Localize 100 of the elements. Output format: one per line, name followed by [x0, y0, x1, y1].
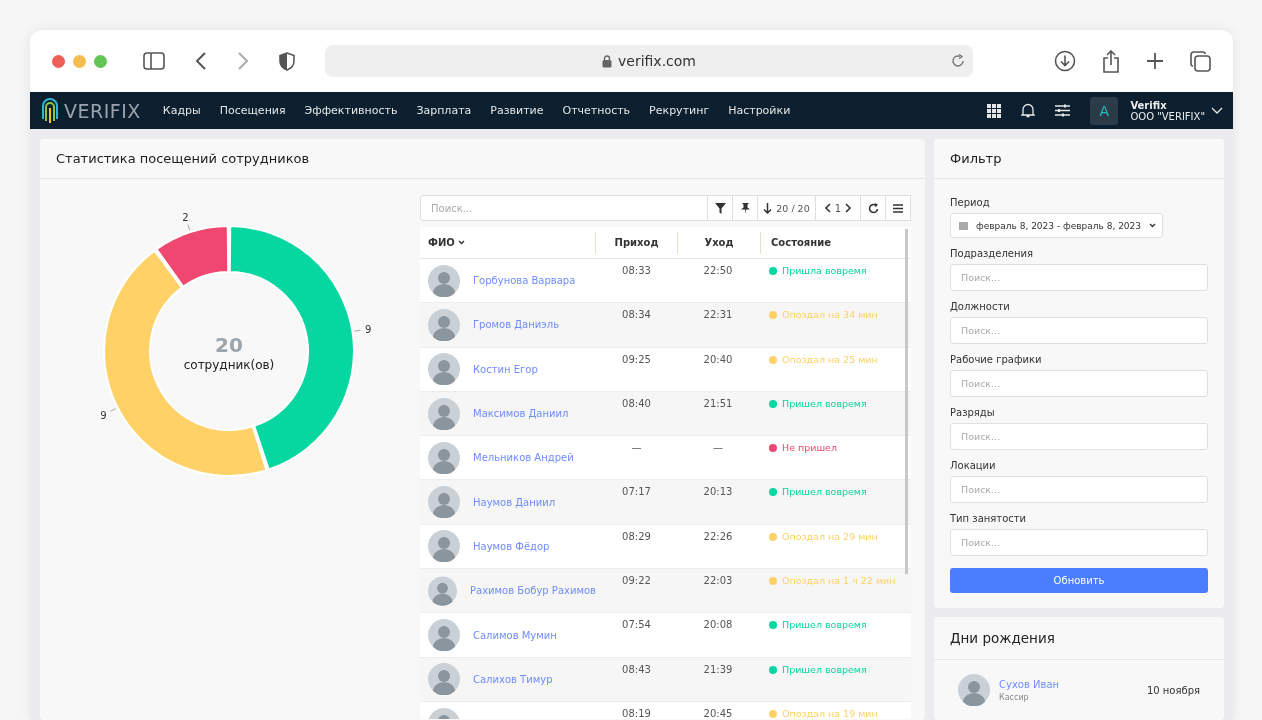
birthday-date: 10 ноября [1146, 684, 1200, 696]
user-avatar[interactable]: A [1090, 96, 1119, 125]
back-icon[interactable] [195, 52, 207, 70]
nav-link[interactable]: Настройки [728, 104, 791, 117]
prev-page-icon[interactable] [823, 203, 831, 213]
sort-count-button[interactable]: 20 / 20 [758, 195, 816, 221]
next-page-icon[interactable] [845, 203, 853, 213]
reload-icon[interactable] [951, 54, 965, 68]
calendar-icon [959, 221, 968, 230]
table-cell-text: 22:03 [702, 574, 734, 589]
column-header[interactable]: Приход [596, 231, 678, 254]
lock-icon [602, 54, 612, 68]
shield-icon[interactable] [279, 51, 295, 71]
avatar-icon [428, 264, 460, 297]
search-field[interactable]: Поиск... [950, 317, 1208, 344]
table-cell-text: 22:31 [702, 308, 734, 323]
address-bar[interactable]: verifix.com [325, 45, 973, 77]
table-cell-text: 22:50 [702, 264, 734, 278]
download-icon[interactable] [1054, 50, 1076, 72]
menu-icon [893, 203, 903, 213]
pin-icon [740, 202, 750, 214]
status-text: Пришел вовремя [782, 663, 867, 675]
avatar-icon [428, 353, 460, 386]
menu-button[interactable] [886, 195, 911, 221]
status-text: Пришел вовремя [782, 486, 867, 498]
user-name: Verifix [1130, 99, 1168, 111]
table-cell-text: 08:43 [621, 662, 652, 677]
table-cell-text: 08:29 [621, 529, 652, 544]
search-field[interactable]: Поиск... [950, 370, 1208, 397]
column-header[interactable]: Состояние [761, 231, 911, 254]
status-text: Пришел вовремя [782, 619, 867, 631]
field-label: Локации [950, 460, 997, 471]
table-cell-text: 20:45 [702, 706, 734, 719]
plus-icon[interactable] [1146, 52, 1164, 70]
avatar-icon [428, 530, 460, 563]
apps-grid-icon[interactable] [987, 103, 1002, 118]
table-cell-text: 09:22 [621, 574, 652, 589]
refresh-button[interactable] [861, 195, 886, 221]
nav-link[interactable]: Эффективность [304, 104, 398, 117]
sidebar-icon[interactable] [143, 52, 165, 70]
table-cell-text: 21:39 [702, 662, 734, 677]
search-field[interactable]: Поиск... [950, 423, 1208, 450]
nav-link[interactable]: Зарплата [416, 104, 472, 117]
chevron-down-icon[interactable] [1211, 107, 1223, 114]
table-cell-text: 20:13 [702, 485, 734, 500]
status-text: Опоздал на 25 мин [782, 353, 878, 365]
card-title: Фильтр [934, 139, 1224, 179]
chevron-down-icon [1149, 223, 1157, 228]
table-cell-text: 22:26 [702, 529, 734, 544]
url-text: verifix.com [618, 53, 696, 69]
scrollbar[interactable] [905, 229, 908, 574]
avatar-icon [428, 308, 460, 341]
status-text: Не пришел [782, 442, 838, 454]
date-range-picker[interactable]: февраль 8, 2023 - февраль 8, 2023 [950, 213, 1164, 238]
tabs-icon[interactable] [1190, 50, 1211, 72]
field-label: Рабочие графики [950, 354, 1043, 365]
filter-button[interactable] [708, 195, 733, 221]
card-title: Дни рождения [934, 617, 1224, 660]
search-field[interactable]: Поиск... [420, 195, 708, 221]
status-text: Опоздал на 1 ч 22 мин [782, 575, 896, 587]
company-name: ООО "VERIFIX" [1130, 110, 1205, 122]
status-text: Пришел вовремя [782, 397, 867, 409]
field-label: Разряды [950, 407, 996, 418]
avatar-icon [428, 663, 460, 696]
share-icon[interactable] [1102, 49, 1120, 73]
bell-icon[interactable] [1021, 103, 1036, 118]
table-cell-text: 07:17 [621, 485, 652, 500]
table-cell-text: 09:25 [621, 352, 652, 367]
table-cell-text: 08:19 [621, 706, 652, 719]
status-text: Опоздал на 29 мин [782, 530, 878, 542]
pin-button[interactable] [733, 195, 758, 221]
search-field[interactable]: Поиск... [950, 529, 1208, 556]
table-cell-text: 21:51 [702, 396, 734, 411]
update-button[interactable]: Обновить [950, 568, 1208, 593]
avatar-icon [428, 397, 460, 430]
field-label: Должности [950, 301, 1011, 312]
status-text: Опоздал на 34 мин [782, 309, 878, 321]
search-field[interactable]: Поиск... [950, 476, 1208, 503]
avatar-icon [428, 619, 460, 651]
avatar-icon [958, 674, 990, 706]
nav-link[interactable]: Отчетность [562, 104, 631, 117]
nav-link[interactable]: Кадры [162, 104, 201, 117]
table-cell-text: 08:40 [621, 396, 652, 411]
column-header[interactable]: Уход [678, 231, 761, 254]
page-number: 1 [834, 202, 842, 214]
nav-link[interactable]: Развитие [490, 104, 544, 117]
nav-link[interactable]: Посещения [219, 104, 286, 117]
total-count: 20 [215, 333, 243, 357]
table-cell-text: — [712, 441, 724, 456]
avatar-icon [428, 441, 460, 474]
column-header[interactable]: ФИО [420, 231, 596, 254]
field-label: Подразделения [950, 248, 1034, 259]
field-label: Период [950, 197, 991, 208]
sliders-icon[interactable] [1055, 104, 1071, 117]
table-cell-text: 07:54 [621, 618, 652, 633]
field-label: Тип занятости [950, 513, 1028, 524]
data-label: 2 [182, 211, 189, 223]
nav-link[interactable]: Рекрутинг [649, 104, 710, 117]
search-field[interactable]: Поиск... [950, 264, 1208, 291]
close-window-button[interactable] [52, 54, 65, 68]
